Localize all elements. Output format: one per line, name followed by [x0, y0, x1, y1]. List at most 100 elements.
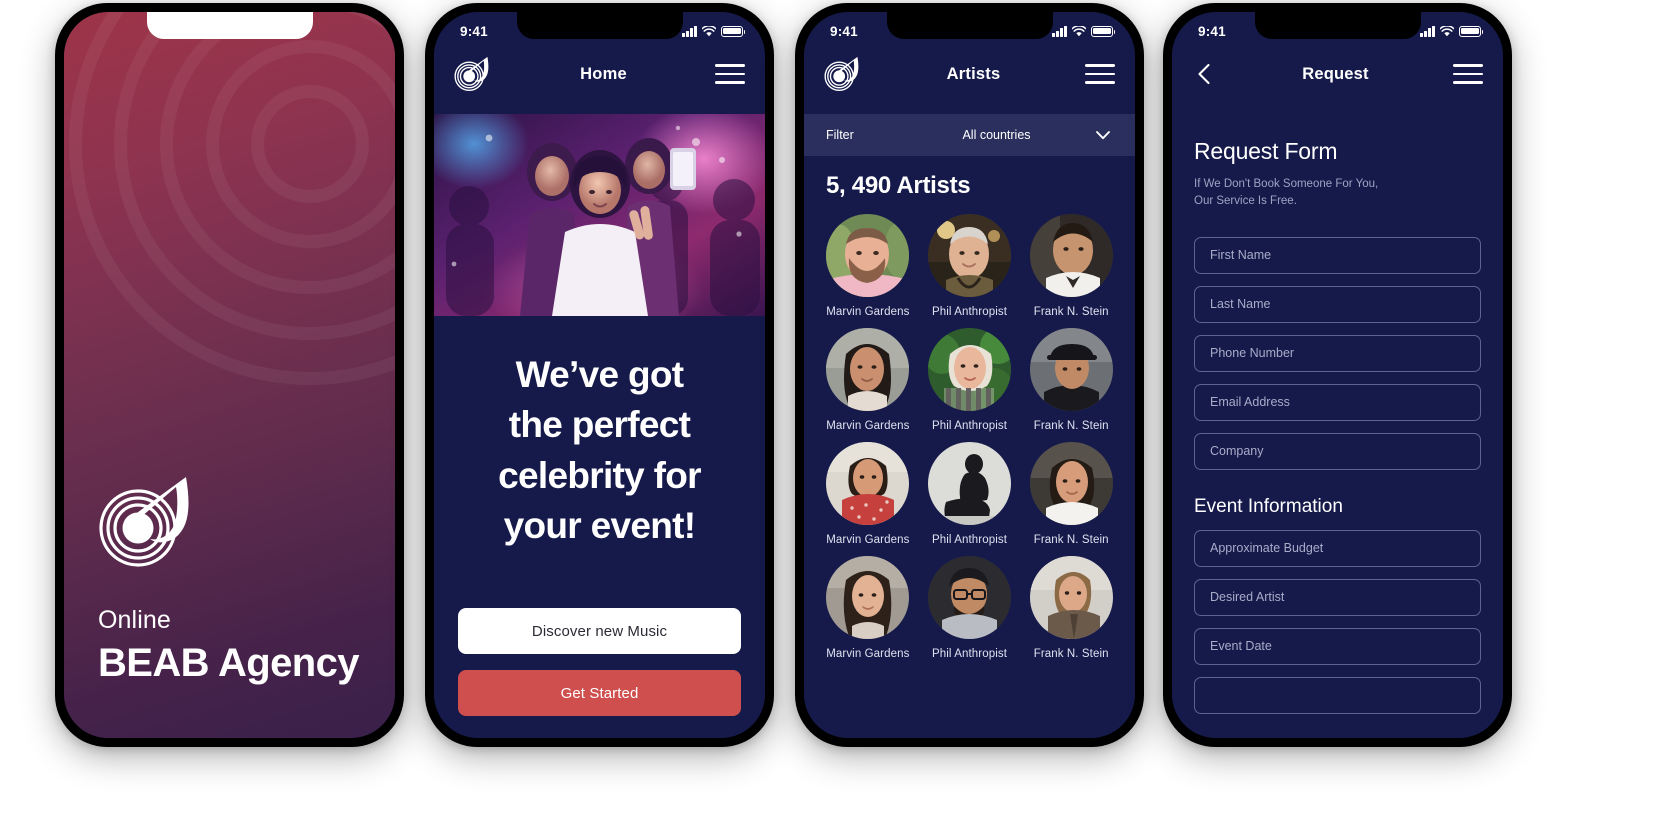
headline-line: celebrity for: [498, 454, 701, 496]
artist-card[interactable]: Marvin Gardens: [820, 328, 916, 432]
artists-count: 5, 490 Artists: [826, 172, 971, 199]
status-time: 9:41: [830, 23, 858, 39]
notch: [886, 12, 1053, 39]
avatar[interactable]: [1029, 442, 1113, 525]
form-title: Request Form: [1194, 138, 1338, 164]
cellular-signal-icon: [682, 25, 697, 37]
home-headline: We’ve got the perfect celebrity for your…: [458, 350, 741, 551]
avatar[interactable]: [826, 328, 910, 411]
notch: [146, 12, 313, 39]
artist-name: Phil Anthropist: [931, 306, 1007, 318]
cellular-signal-icon: [1052, 25, 1067, 37]
artist-card[interactable]: Phil Anthropist: [922, 214, 1018, 318]
chevron-down-icon[interactable]: [1093, 125, 1113, 145]
desired-artist-field[interactable]: Desired Artist: [1194, 578, 1481, 616]
beab-vinyl-note-logo-icon[interactable]: [454, 56, 492, 92]
avatar[interactable]: [826, 442, 910, 525]
hamburger-menu-icon[interactable]: [1453, 64, 1483, 84]
discover-new-music-button[interactable]: Discover new Music: [458, 608, 741, 654]
wifi-icon: [1440, 25, 1454, 37]
headline-line: your event!: [503, 504, 696, 546]
additional-field[interactable]: [1194, 676, 1481, 714]
back-chevron-icon[interactable]: [1192, 61, 1218, 87]
portrait-woman-white-top: [1029, 442, 1113, 525]
artist-card[interactable]: Phil Anthropist: [922, 328, 1018, 432]
filter-bar[interactable]: Filter All countries: [804, 114, 1135, 156]
wifi-icon: [1072, 25, 1086, 37]
wifi-icon: [702, 25, 716, 37]
phone-number-field[interactable]: Phone Number: [1194, 334, 1481, 372]
portrait-woman-red-dress: [826, 442, 910, 525]
artist-name: Marvin Gardens: [826, 534, 910, 546]
avatar[interactable]: [826, 556, 910, 639]
artist-name: Phil Anthropist: [931, 534, 1007, 546]
portrait-man-hat: [1029, 328, 1113, 411]
artist-card[interactable]: Frank N. Stein: [1023, 442, 1119, 546]
page-title: Request: [1302, 64, 1369, 83]
artist-name: Frank N. Stein: [1033, 534, 1109, 546]
avatar[interactable]: [1029, 556, 1113, 639]
approximate-budget-field[interactable]: Approximate Budget: [1194, 529, 1481, 567]
phone-mockup-board: Online BEAB Agency 9:41 Home We’ve got t…: [0, 0, 1667, 814]
artist-card[interactable]: Marvin Gardens: [820, 214, 916, 318]
avatar[interactable]: [1029, 328, 1113, 411]
page-title: Artists: [946, 64, 1001, 83]
phone-splash: Online BEAB Agency: [55, 3, 404, 747]
notch: [1254, 12, 1421, 39]
status-time: 9:41: [460, 23, 488, 39]
beab-vinyl-note-logo-icon[interactable]: [824, 56, 862, 92]
artist-card[interactable]: Marvin Gardens: [820, 556, 916, 660]
avatar[interactable]: [1029, 214, 1113, 297]
artist-card[interactable]: Frank N. Stein: [1023, 328, 1119, 432]
portrait-woman-long-hair: [826, 328, 910, 411]
artists-screen: 9:41 Artists Filter All countries 5, 490…: [804, 12, 1135, 738]
splash-title: BEAB Agency: [98, 641, 359, 686]
home-app-bar: Home: [434, 46, 765, 102]
request-screen: 9:41 Request Request Form If We Don't Bo…: [1172, 12, 1503, 738]
cellular-signal-icon: [1420, 25, 1435, 37]
avatar[interactable]: [927, 214, 1011, 297]
artist-name: Phil Anthropist: [931, 648, 1007, 660]
artist-grid: Marvin Gardens Phil Anthropist Frank N. …: [820, 214, 1119, 738]
avatar[interactable]: [927, 556, 1011, 639]
artist-card[interactable]: Phil Anthropist: [922, 442, 1018, 546]
email-address-field[interactable]: Email Address: [1194, 383, 1481, 421]
portrait-man-white-shirt: [1029, 214, 1113, 297]
company-field[interactable]: Company: [1194, 432, 1481, 470]
get-started-button[interactable]: Get Started: [458, 670, 741, 716]
hero-image: [434, 114, 765, 316]
artist-name: Frank N. Stein: [1033, 420, 1109, 432]
artists-app-bar: Artists: [804, 46, 1135, 102]
headline-line: the perfect: [508, 404, 691, 446]
last-name-field[interactable]: Last Name: [1194, 285, 1481, 323]
avatar[interactable]: [927, 442, 1011, 525]
portrait-woman-coat: [1029, 556, 1113, 639]
phone-home: 9:41 Home We’ve got the perfect celebrit…: [425, 3, 774, 747]
artist-name: Marvin Gardens: [826, 648, 910, 660]
concentric-rings-decoration: [64, 12, 395, 404]
splash-subtitle: Online: [98, 606, 171, 635]
filter-label: Filter: [826, 128, 854, 142]
event-date-field[interactable]: Event Date: [1194, 627, 1481, 665]
artist-card[interactable]: Frank N. Stein: [1023, 556, 1119, 660]
crowd-at-concert-photo: [434, 114, 765, 316]
avatar[interactable]: [826, 214, 910, 297]
avatar[interactable]: [927, 328, 1011, 411]
artist-card[interactable]: Marvin Gardens: [820, 442, 916, 546]
notch: [516, 12, 683, 39]
portrait-woman-stripes: [927, 328, 1011, 411]
phone-request: 9:41 Request Request Form If We Don't Bo…: [1163, 3, 1512, 747]
artist-name: Marvin Gardens: [826, 420, 910, 432]
artist-card[interactable]: Phil Anthropist: [922, 556, 1018, 660]
splash-screen: Online BEAB Agency: [64, 12, 395, 738]
artist-name: Frank N. Stein: [1033, 648, 1109, 660]
artist-card[interactable]: Frank N. Stein: [1023, 214, 1119, 318]
first-name-field[interactable]: First Name: [1194, 236, 1481, 274]
form-subtitle-line: If We Don't Book Someone For You,: [1194, 178, 1379, 190]
request-form: Request Form If We Don't Book Someone Fo…: [1172, 114, 1503, 738]
portrait-man-glasses: [927, 556, 1011, 639]
hamburger-menu-icon[interactable]: [715, 64, 745, 84]
country-filter-value[interactable]: All countries: [900, 128, 1093, 142]
event-information-heading: Event Information: [1194, 495, 1343, 517]
hamburger-menu-icon[interactable]: [1085, 64, 1115, 84]
